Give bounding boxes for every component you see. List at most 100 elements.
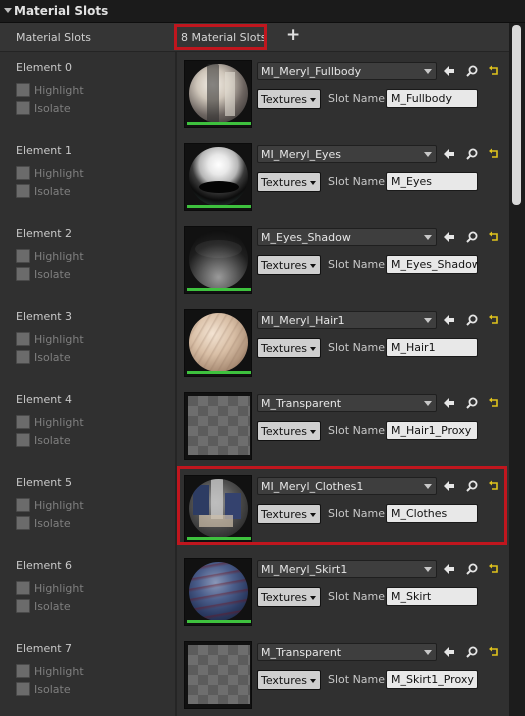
arrow-left-icon[interactable] [442, 313, 456, 327]
highlight-option[interactable]: Highlight [16, 331, 84, 347]
reset-arrow-icon[interactable] [487, 64, 501, 78]
element-label: Element 1 [16, 144, 73, 157]
textures-dropdown[interactable]: Textures [257, 255, 321, 275]
material-thumbnail[interactable] [184, 226, 252, 294]
slot-name-input[interactable]: M_Skirt [386, 587, 478, 606]
highlight-checkbox[interactable] [16, 498, 30, 512]
material-dropdown[interactable]: MI_Meryl_Eyes [257, 145, 437, 163]
highlight-checkbox[interactable] [16, 332, 30, 346]
dropdown-arrow-icon [424, 567, 432, 572]
highlight-checkbox[interactable] [16, 83, 30, 97]
magnifier-icon[interactable] [465, 396, 479, 410]
slot-name-input[interactable]: M_Fullbody [386, 89, 478, 108]
slot-name-label: Slot Name [328, 673, 386, 686]
isolate-option[interactable]: Isolate [16, 598, 71, 614]
collapse-arrow-icon[interactable] [4, 8, 12, 13]
element-label: Element 7 [16, 642, 73, 655]
material-thumbnail[interactable] [184, 558, 252, 626]
slot-name-input[interactable]: M_Hair1 [386, 338, 478, 357]
isolate-checkbox[interactable] [16, 101, 30, 115]
highlight-option[interactable]: Highlight [16, 248, 84, 264]
highlight-option[interactable]: Highlight [16, 663, 84, 679]
textures-dropdown[interactable]: Textures [257, 670, 321, 690]
isolate-option[interactable]: Isolate [16, 183, 71, 199]
highlight-checkbox[interactable] [16, 664, 30, 678]
isolate-option[interactable]: Isolate [16, 266, 71, 282]
arrow-left-icon[interactable] [442, 396, 456, 410]
reset-arrow-icon[interactable] [487, 230, 501, 244]
isolate-checkbox[interactable] [16, 682, 30, 696]
slot-name-input[interactable]: M_Hair1_Proxy [386, 421, 478, 440]
material-dropdown[interactable]: M_Transparent [257, 643, 437, 661]
reset-arrow-icon[interactable] [487, 562, 501, 576]
isolate-option[interactable]: Isolate [16, 515, 71, 531]
reset-arrow-icon[interactable] [487, 645, 501, 659]
isolate-checkbox[interactable] [16, 516, 30, 530]
material-dropdown[interactable]: MI_Meryl_Fullbody [257, 62, 437, 80]
highlight-option[interactable]: Highlight [16, 580, 84, 596]
isolate-checkbox[interactable] [16, 350, 30, 364]
dropdown-arrow-icon [424, 650, 432, 655]
arrow-left-icon[interactable] [442, 147, 456, 161]
highlight-checkbox[interactable] [16, 166, 30, 180]
highlight-checkbox[interactable] [16, 581, 30, 595]
add-slot-button[interactable]: + [286, 26, 300, 44]
highlight-checkbox[interactable] [16, 249, 30, 263]
magnifier-icon[interactable] [465, 230, 479, 244]
magnifier-icon[interactable] [465, 645, 479, 659]
slot-name-label: Slot Name [328, 590, 386, 603]
material-dropdown[interactable]: MI_Meryl_Hair1 [257, 311, 437, 329]
material-dropdown[interactable]: M_Transparent [257, 394, 437, 412]
material-dropdown[interactable]: MI_Meryl_Skirt1 [257, 560, 437, 578]
magnifier-icon[interactable] [465, 147, 479, 161]
textures-dropdown[interactable]: Textures [257, 587, 321, 607]
isolate-checkbox[interactable] [16, 599, 30, 613]
isolate-checkbox[interactable] [16, 184, 30, 198]
textures-label: Textures [261, 425, 307, 438]
material-slots-header[interactable]: Material Slots [0, 0, 525, 23]
slot-name-input[interactable]: M_Skirt1_Proxy [386, 670, 478, 689]
magnifier-icon[interactable] [465, 313, 479, 327]
slot-name-input[interactable]: M_Eyes [386, 172, 478, 191]
arrow-left-icon[interactable] [442, 64, 456, 78]
textures-dropdown[interactable]: Textures [257, 338, 321, 358]
highlight-option[interactable]: Highlight [16, 82, 84, 98]
textures-dropdown[interactable]: Textures [257, 89, 321, 109]
isolate-option[interactable]: Isolate [16, 100, 71, 116]
material-thumbnail[interactable] [184, 392, 252, 460]
scrollbar[interactable] [509, 23, 525, 716]
arrow-left-icon[interactable] [442, 230, 456, 244]
isolate-label: Isolate [34, 101, 71, 115]
arrow-left-icon[interactable] [442, 645, 456, 659]
isolate-option[interactable]: Isolate [16, 681, 71, 697]
arrow-left-icon[interactable] [442, 562, 456, 576]
textures-dropdown[interactable]: Textures [257, 172, 321, 192]
textures-dropdown[interactable]: Textures [257, 421, 321, 441]
dropdown-arrow-icon [424, 235, 432, 240]
isolate-checkbox[interactable] [16, 433, 30, 447]
reset-arrow-icon[interactable] [487, 147, 501, 161]
material-element: Element 4 Highlight Isolate M_Transparen… [0, 387, 509, 470]
highlight-option[interactable]: Highlight [16, 497, 84, 513]
scrollbar-thumb[interactable] [512, 25, 521, 205]
material-thumbnail[interactable] [184, 641, 252, 709]
isolate-option[interactable]: Isolate [16, 432, 71, 448]
material-thumbnail[interactable] [184, 143, 252, 211]
material-thumbnail[interactable] [184, 60, 252, 128]
transparent-checker-preview [188, 645, 250, 704]
dropdown-arrow-icon [310, 679, 316, 683]
magnifier-icon[interactable] [465, 64, 479, 78]
isolate-checkbox[interactable] [16, 267, 30, 281]
magnifier-icon[interactable] [465, 562, 479, 576]
material-name: M_Eyes_Shadow [261, 231, 351, 244]
material-valid-bar [187, 205, 251, 208]
material-thumbnail[interactable] [184, 309, 252, 377]
reset-arrow-icon[interactable] [487, 396, 501, 410]
highlight-option[interactable]: Highlight [16, 414, 84, 430]
isolate-option[interactable]: Isolate [16, 349, 71, 365]
highlight-option[interactable]: Highlight [16, 165, 84, 181]
reset-arrow-icon[interactable] [487, 313, 501, 327]
material-dropdown[interactable]: M_Eyes_Shadow [257, 228, 437, 246]
slot-name-input[interactable]: M_Eyes_Shadow [386, 255, 478, 274]
highlight-checkbox[interactable] [16, 415, 30, 429]
